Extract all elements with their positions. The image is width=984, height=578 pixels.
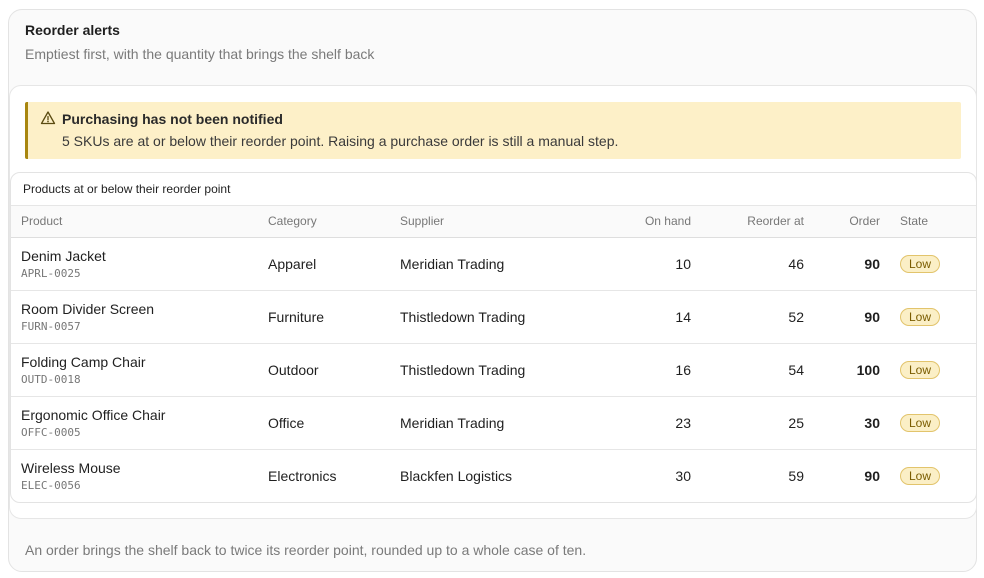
panel-title: Reorder alerts — [25, 22, 120, 38]
status-badge: Low — [900, 414, 941, 432]
product-category: Electronics — [268, 468, 337, 484]
order-quantity: 90 — [864, 468, 880, 484]
order-quantity: 30 — [864, 415, 880, 431]
product-supplier: Thistledown Trading — [400, 362, 526, 378]
order-quantity: 90 — [864, 256, 880, 272]
column-header-state: State — [900, 214, 929, 228]
product-name: Room Divider Screen — [21, 301, 155, 317]
footnote: An order brings the shelf back to twice … — [25, 542, 587, 558]
product-name: Denim Jacket — [21, 248, 106, 264]
product-supplier: Blackfen Logistics — [400, 468, 513, 484]
column-header-order: Order — [849, 214, 880, 228]
column-header-reorder-at: Reorder at — [747, 214, 804, 228]
table-header-row: Product Category Supplier On hand Reorde… — [11, 206, 976, 238]
product-category: Office — [268, 415, 305, 431]
reorder-at-value: 25 — [788, 415, 804, 431]
product-sku: APRL-0025 — [21, 267, 81, 280]
on-hand-value: 10 — [675, 256, 691, 272]
reorder-alerts-panel: Reorder alerts Emptiest first, with the … — [8, 9, 977, 572]
on-hand-value: 23 — [675, 415, 691, 431]
reorder-table: Products at or below their reorder point… — [10, 172, 977, 503]
warning-triangle-icon — [40, 111, 56, 125]
product-name: Ergonomic Office Chair — [21, 407, 166, 423]
alert-message: 5 SKUs are at or below their reorder poi… — [62, 133, 619, 149]
table-row: Wireless Mouse ELEC-0056 Electronics Bla… — [11, 450, 976, 502]
product-sku: FURN-0057 — [21, 320, 81, 333]
reorder-at-value: 59 — [788, 468, 804, 484]
reorder-at-value: 46 — [788, 256, 804, 272]
product-category: Furniture — [268, 309, 325, 325]
panel-subtitle: Emptiest first, with the quantity that b… — [25, 46, 375, 62]
order-quantity: 90 — [864, 309, 880, 325]
table-row: Denim Jacket APRL-0025 Apparel Meridian … — [11, 238, 976, 291]
status-badge: Low — [900, 308, 941, 326]
column-header-product: Product — [21, 214, 63, 228]
on-hand-value: 14 — [675, 309, 691, 325]
purchasing-alert: Purchasing has not been notified 5 SKUs … — [25, 102, 961, 159]
product-category: Apparel — [268, 256, 317, 272]
product-name: Folding Camp Chair — [21, 354, 146, 370]
product-sku: ELEC-0056 — [21, 479, 81, 492]
product-category: Outdoor — [268, 362, 319, 378]
column-header-supplier: Supplier — [400, 214, 445, 228]
product-sku: OFFC-0005 — [21, 426, 81, 439]
status-badge: Low — [900, 361, 941, 379]
order-quantity: 100 — [856, 362, 880, 378]
reorder-at-value: 52 — [788, 309, 804, 325]
on-hand-value: 16 — [675, 362, 691, 378]
table-caption: Products at or below their reorder point — [11, 173, 976, 206]
status-badge: Low — [900, 467, 941, 485]
column-header-category: Category — [268, 214, 317, 228]
table-row: Folding Camp Chair OUTD-0018 Outdoor Thi… — [11, 344, 976, 397]
table-row: Ergonomic Office Chair OFFC-0005 Office … — [11, 397, 976, 450]
alert-title: Purchasing has not been notified — [62, 111, 283, 127]
product-name: Wireless Mouse — [21, 460, 121, 476]
product-supplier: Meridian Trading — [400, 415, 505, 431]
status-badge: Low — [900, 255, 941, 273]
on-hand-value: 30 — [675, 468, 691, 484]
product-sku: OUTD-0018 — [21, 373, 81, 386]
product-supplier: Thistledown Trading — [400, 309, 526, 325]
product-supplier: Meridian Trading — [400, 256, 505, 272]
table-row: Room Divider Screen FURN-0057 Furniture … — [11, 291, 976, 344]
panel-body: Purchasing has not been notified 5 SKUs … — [9, 85, 977, 519]
column-header-on-hand: On hand — [644, 214, 691, 228]
reorder-at-value: 54 — [788, 362, 804, 378]
